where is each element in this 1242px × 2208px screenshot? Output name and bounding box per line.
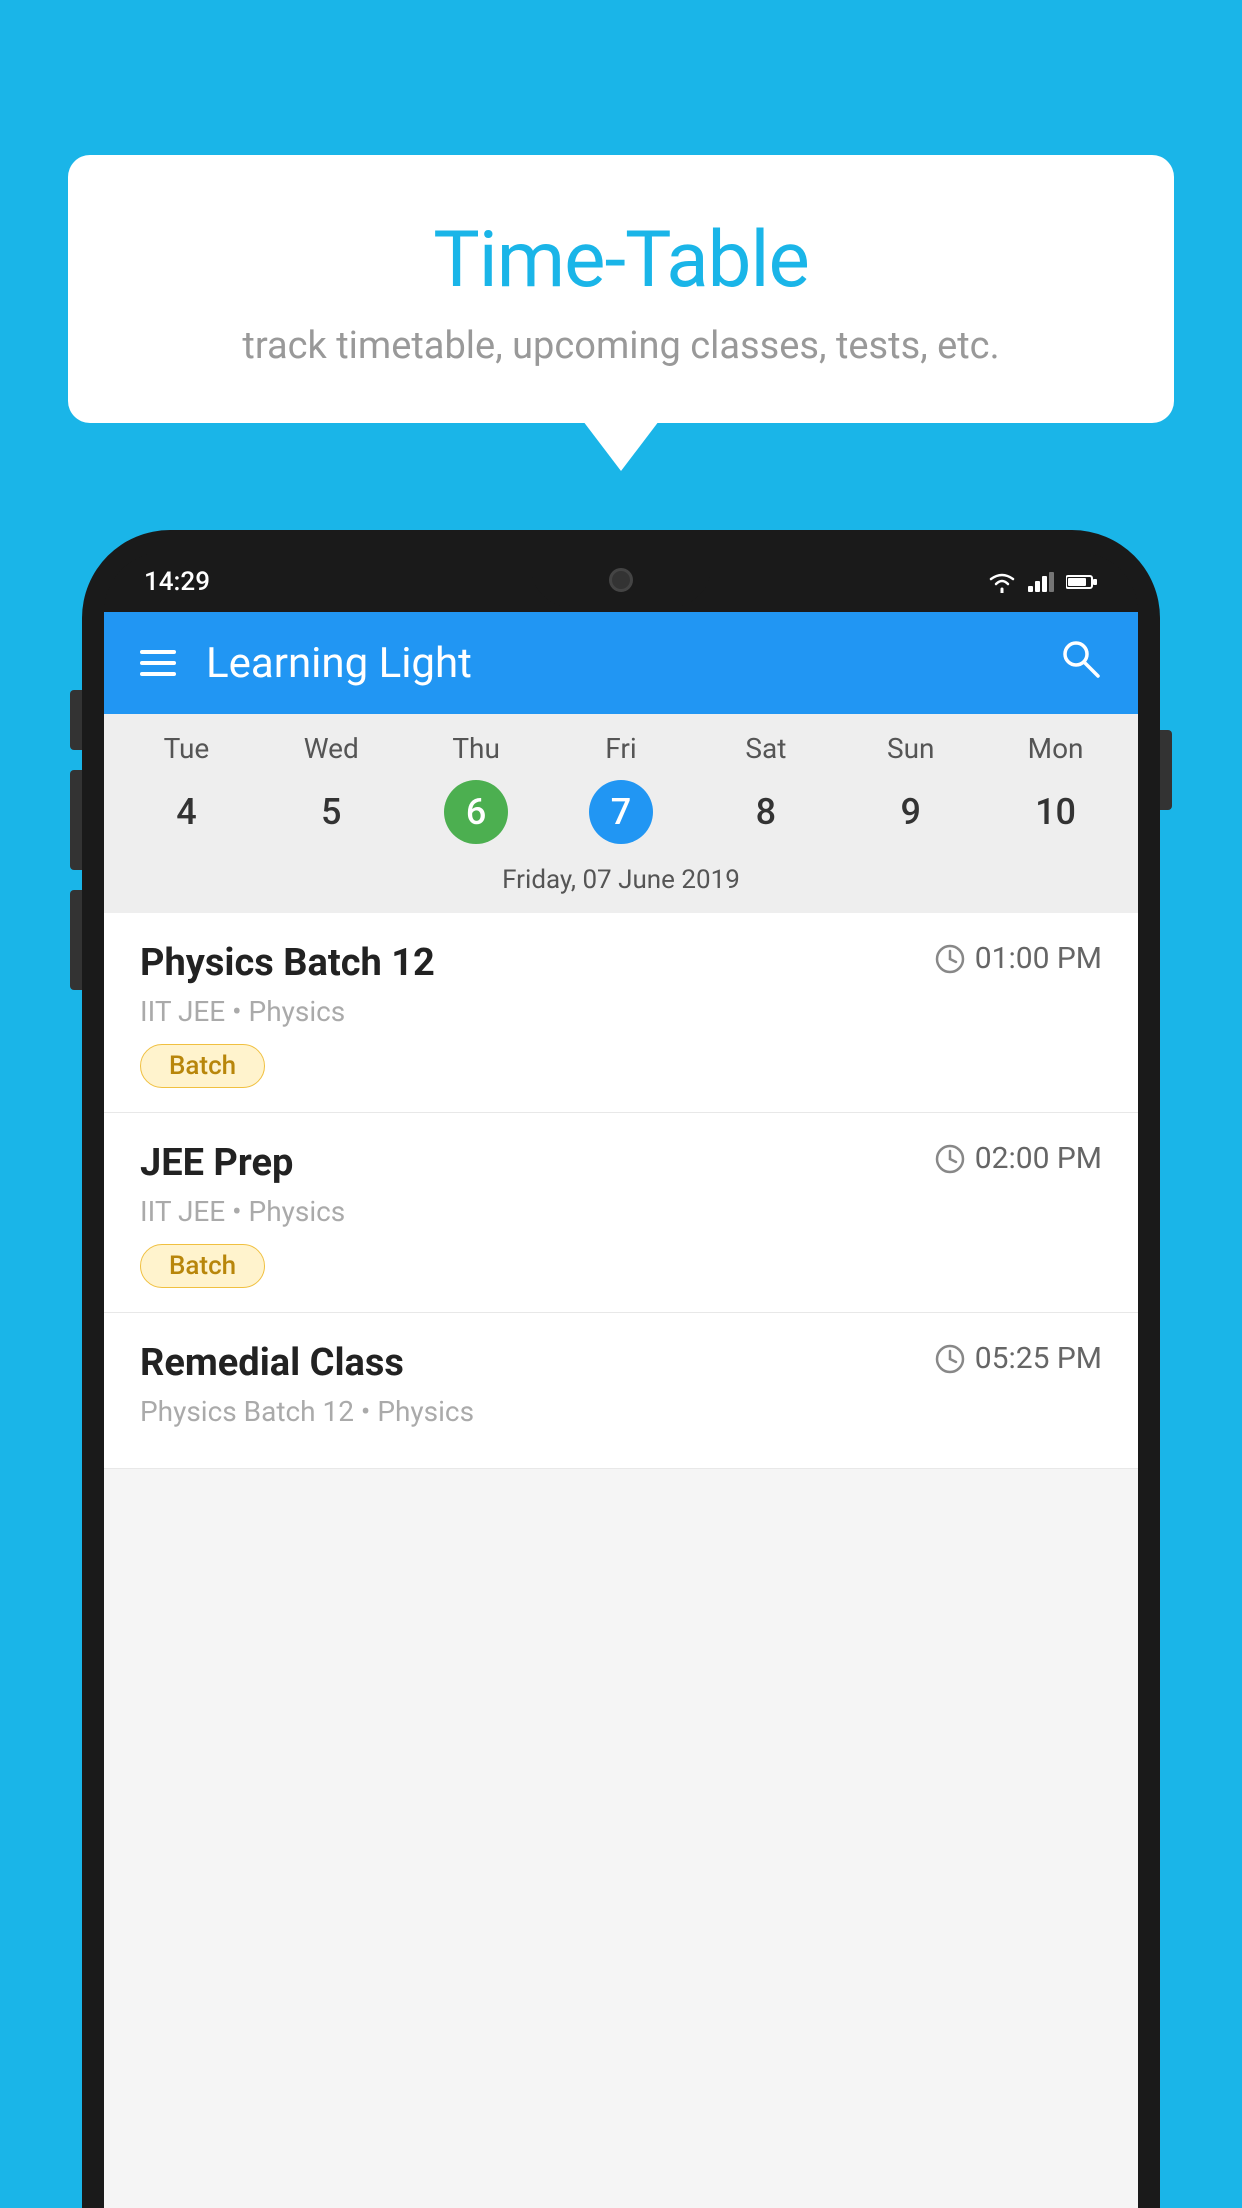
clock-icon-3 [935,1344,965,1374]
phone-notch [531,552,711,607]
feature-subtitle: track timetable, upcoming classes, tests… [108,324,1134,368]
app-name: Learning Light [206,639,1058,688]
batch-tag-2: Batch [140,1244,265,1288]
class-item-remedial[interactable]: Remedial Class 05:25 PM Physics Batch 12… [104,1313,1138,1469]
day-sat: Sat [693,732,838,765]
class-item-header-3: Remedial Class 05:25 PM [140,1341,1102,1385]
day-thu: Thu [404,732,549,765]
front-camera [609,568,633,592]
search-button[interactable] [1058,636,1102,690]
class-time-1: 01:00 PM [935,941,1102,976]
date-6[interactable]: 6 [404,777,549,847]
speech-bubble-section: Time-Table track timetable, upcoming cla… [68,155,1174,423]
power-button [1160,730,1172,810]
class-name-2: JEE Prep [140,1141,293,1185]
menu-button[interactable] [140,650,176,676]
day-mon: Mon [983,732,1128,765]
silent-button [70,890,82,990]
class-item-header-1: Physics Batch 12 01:00 PM [140,941,1102,985]
date-5[interactable]: 5 [259,777,404,847]
date-10[interactable]: 10 [983,777,1128,847]
phone-mockup: 14:29 [82,530,1160,2208]
class-item-physics-batch-12[interactable]: Physics Batch 12 01:00 PM IIT JEE • Phys… [104,913,1138,1113]
class-meta-3: Physics Batch 12 • Physics [140,1395,1102,1428]
class-list: Physics Batch 12 01:00 PM IIT JEE • Phys… [104,913,1138,1469]
battery-icon [1066,574,1098,590]
clock-icon-1 [935,944,965,974]
day-tue: Tue [114,732,259,765]
days-header: Tue Wed Thu Fri Sat Sun Mon [104,714,1138,773]
status-icons [988,571,1098,593]
class-item-header-2: JEE Prep 02:00 PM [140,1141,1102,1185]
status-time: 14:29 [144,567,210,597]
speech-bubble-card: Time-Table track timetable, upcoming cla… [68,155,1174,423]
feature-title: Time-Table [108,215,1134,306]
hamburger-line-1 [140,650,176,654]
class-meta-1: IIT JEE • Physics [140,995,1102,1028]
class-name-1: Physics Batch 12 [140,941,435,985]
class-name-3: Remedial Class [140,1341,404,1385]
date-9[interactable]: 9 [838,777,983,847]
phone-screen: Learning Light Tue Wed Thu Fri Sat Sun [104,612,1138,2208]
class-time-2: 02:00 PM [935,1141,1102,1176]
batch-tag-1: Batch [140,1044,265,1088]
date-4[interactable]: 4 [114,777,259,847]
class-item-jee-prep[interactable]: JEE Prep 02:00 PM IIT JEE • Physics Batc… [104,1113,1138,1313]
calendar-section: Tue Wed Thu Fri Sat Sun Mon 4 5 [104,714,1138,913]
hamburger-line-2 [140,661,176,665]
clock-icon-2 [935,1144,965,1174]
class-meta-2: IIT JEE • Physics [140,1195,1102,1228]
phone-body: 14:29 [82,530,1160,2208]
dates-row: 4 5 6 7 8 9 [104,773,1138,857]
date-7[interactable]: 7 [549,777,694,847]
signal-icon [1028,572,1054,592]
status-bar: 14:29 [104,552,1138,612]
app-header: Learning Light [104,612,1138,714]
volume-down-button [70,770,82,870]
day-wed: Wed [259,732,404,765]
day-sun: Sun [838,732,983,765]
date-8[interactable]: 8 [693,777,838,847]
volume-up-button [70,690,82,750]
wifi-icon [988,571,1016,593]
selected-date-label: Friday, 07 June 2019 [104,857,1138,913]
hamburger-line-3 [140,672,176,676]
day-fri: Fri [549,732,694,765]
class-time-3: 05:25 PM [935,1341,1102,1376]
